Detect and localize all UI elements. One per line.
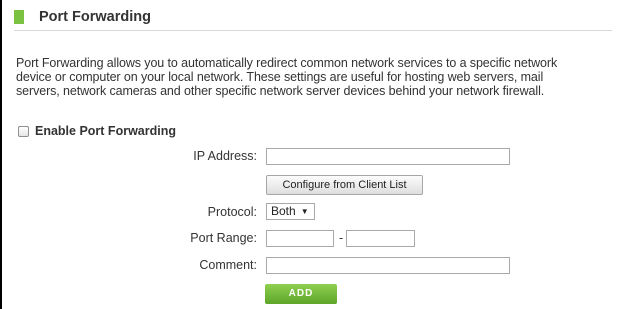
port-range-label: Port Range: xyxy=(190,231,257,245)
ip-address-input[interactable] xyxy=(266,148,510,165)
description-line-1: Port Forwarding allows you to automatica… xyxy=(16,56,558,70)
section-marker-icon xyxy=(14,10,24,24)
description-line-2: device or computer on your local network… xyxy=(16,70,544,84)
enable-port-forwarding-checkbox[interactable] xyxy=(18,125,29,137)
protocol-select[interactable]: Both ▼ xyxy=(266,203,315,220)
page-title: Port Forwarding xyxy=(39,9,151,25)
configure-from-client-list-button[interactable]: Configure from Client List xyxy=(266,175,423,195)
section-header: Port Forwarding xyxy=(14,8,612,31)
ip-address-label: IP Address: xyxy=(193,149,257,163)
protocol-selected-value: Both xyxy=(271,204,296,218)
port-range-start-input[interactable] xyxy=(266,230,334,247)
description-line-3: servers, network cameras and other speci… xyxy=(16,84,545,98)
window-left-border xyxy=(0,0,2,309)
comment-label: Comment: xyxy=(199,258,257,272)
section-description: Port Forwarding allows you to automatica… xyxy=(16,56,616,98)
dropdown-arrow-icon: ▼ xyxy=(300,207,309,216)
add-button[interactable]: ADD xyxy=(265,284,337,304)
comment-input[interactable] xyxy=(266,257,510,274)
enable-port-forwarding-row[interactable]: Enable Port Forwarding xyxy=(18,123,176,139)
protocol-label: Protocol: xyxy=(207,205,257,219)
enable-port-forwarding-label[interactable]: Enable Port Forwarding xyxy=(35,124,176,138)
port-range-end-input[interactable] xyxy=(346,230,415,247)
port-range-separator: - xyxy=(339,231,344,245)
